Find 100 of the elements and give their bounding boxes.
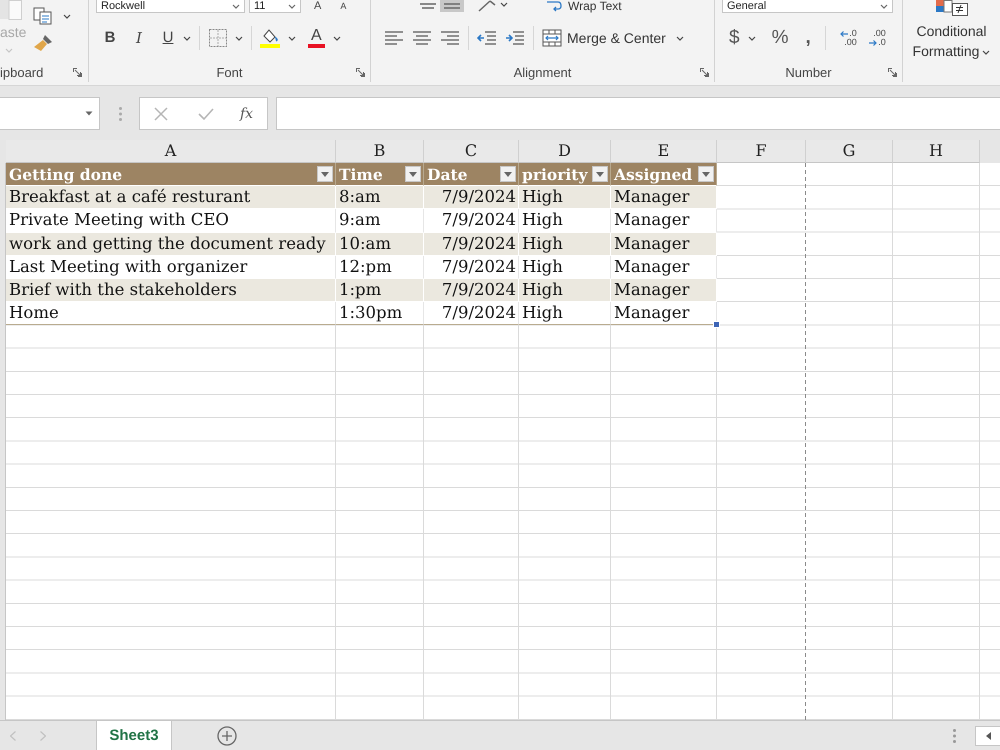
caret-icon — [702, 172, 710, 177]
grow-font-button[interactable]: A — [314, 0, 322, 12]
caret-icon — [409, 172, 417, 177]
grip-icon[interactable] — [119, 106, 122, 120]
font-color-button[interactable]: A — [308, 28, 325, 48]
filter-button[interactable] — [405, 166, 421, 182]
filter-button[interactable] — [698, 166, 714, 182]
left-arrow-icon — [840, 30, 848, 36]
table-cell: 10:am — [336, 232, 424, 256]
checkmark-icon[interactable] — [198, 106, 214, 120]
dialog-launcher-icon[interactable] — [73, 68, 82, 76]
column-header[interactable]: G — [806, 140, 893, 163]
font-size-field[interactable]: 11 — [249, 0, 301, 13]
bold-button[interactable]: B — [103, 29, 117, 47]
caret-icon — [321, 172, 329, 177]
percent-button[interactable]: % — [772, 28, 788, 48]
dialog-launcher-icon[interactable] — [700, 68, 709, 76]
cell-grid[interactable] — [6, 163, 1000, 720]
number-format-field[interactable]: General — [722, 0, 893, 13]
filter-button[interactable] — [500, 166, 516, 182]
caret-icon — [63, 14, 71, 18]
column-header[interactable]: F — [717, 140, 806, 163]
paint-bucket-icon[interactable] — [260, 28, 280, 48]
table-cell: 7/9/2024 — [424, 232, 519, 256]
dashed-grid-icon[interactable] — [209, 29, 227, 47]
caret-icon[interactable] — [332, 36, 341, 40]
table-cell: Manager — [611, 302, 717, 326]
comma-style-button[interactable]: , — [805, 28, 811, 48]
column-header[interactable]: H — [893, 140, 980, 163]
table-cell: 1:30pm — [336, 302, 424, 326]
table-cell: 7/9/2024 — [424, 278, 519, 302]
caret-icon[interactable] — [748, 36, 756, 40]
caret-icon[interactable] — [288, 36, 296, 40]
fill-handle[interactable] — [713, 321, 720, 328]
group-label: Font — [216, 64, 242, 80]
wrap-text-button[interactable]: Wrap Text — [546, 0, 622, 12]
table-cell: High — [519, 186, 611, 210]
align-right-icon[interactable] — [440, 30, 460, 46]
column-header[interactable]: A — [6, 140, 336, 163]
italic-button[interactable]: I — [132, 29, 146, 47]
table-cell: Manager — [611, 209, 717, 233]
table-cell: Brief with the stakeholders — [6, 278, 336, 302]
group-label: Alignment — [514, 64, 572, 80]
caret-icon[interactable] — [500, 2, 508, 7]
table-cell: 1:pm — [336, 278, 424, 302]
filter-button[interactable] — [317, 166, 333, 182]
caret-icon — [676, 36, 684, 40]
underline-button[interactable]: U — [161, 29, 175, 47]
caret-icon — [880, 4, 888, 8]
merge-center-button[interactable]: Merge & Center — [542, 29, 684, 47]
column-title: Assigned — [614, 164, 692, 184]
caret-icon — [5, 48, 13, 53]
table-cell: 7/9/2024 — [424, 302, 519, 326]
caret-icon[interactable] — [235, 36, 243, 40]
dialog-launcher-icon[interactable] — [888, 68, 897, 76]
grip-icon[interactable] — [953, 728, 956, 742]
sheet-tab[interactable]: Sheet3 — [96, 721, 172, 750]
table-cell: work and getting the document ready — [6, 232, 336, 256]
column-title: priority — [522, 164, 588, 184]
shrink-font-button[interactable]: A — [340, 0, 346, 12]
lines-icon — [420, 3, 436, 9]
table-cell: 9:am — [336, 209, 424, 233]
insert-function-button[interactable]: fx — [240, 106, 254, 122]
caret-icon[interactable] — [183, 36, 191, 40]
column-title: Getting done — [9, 164, 122, 184]
table-cell: High — [519, 302, 611, 326]
caret-icon — [982, 50, 990, 55]
left-triangle-icon — [986, 732, 990, 740]
decrease-indent-icon[interactable] — [477, 30, 497, 46]
column-header[interactable]: B — [336, 140, 424, 163]
column-header[interactable]: C — [424, 140, 519, 163]
table-cell: High — [519, 278, 611, 302]
table-cell: 7/9/2024 — [424, 256, 519, 279]
table-cell: Manager — [611, 186, 717, 210]
diagonal-line-icon[interactable] — [478, 0, 496, 12]
currency-button[interactable]: $ — [729, 28, 740, 48]
group-label: Number — [785, 64, 832, 80]
copy-icon — [33, 7, 53, 25]
caret-icon — [232, 4, 240, 8]
right-arrow-icon — [869, 40, 878, 46]
filter-button[interactable] — [592, 166, 608, 182]
table-cell: Manager — [611, 278, 717, 302]
font-name-field[interactable]: Rockwell — [96, 0, 245, 13]
decrease-decimal-button[interactable]: .00 .0 — [864, 29, 886, 47]
column-header[interactable]: D — [519, 140, 611, 163]
caret-icon — [596, 172, 604, 177]
conditional-formatting-button[interactable]: Conditional Formatting — [906, 21, 998, 61]
copy-button[interactable] — [33, 7, 71, 25]
add-sheet-icon[interactable] — [217, 726, 237, 746]
column-header[interactable]: E — [611, 140, 717, 163]
align-center-icon[interactable] — [412, 30, 432, 46]
vertical-align-button[interactable] — [440, 0, 464, 12]
increase-indent-icon[interactable] — [505, 30, 525, 46]
table-cell: 8:am — [336, 186, 424, 210]
dialog-launcher-icon[interactable] — [356, 68, 365, 76]
align-left-icon[interactable] — [384, 30, 404, 46]
increase-decimal-button[interactable]: .0 .00 — [834, 29, 857, 47]
formula-input[interactable] — [276, 97, 1000, 130]
caret-icon — [85, 111, 93, 116]
scroll-left-button[interactable] — [975, 726, 1000, 746]
